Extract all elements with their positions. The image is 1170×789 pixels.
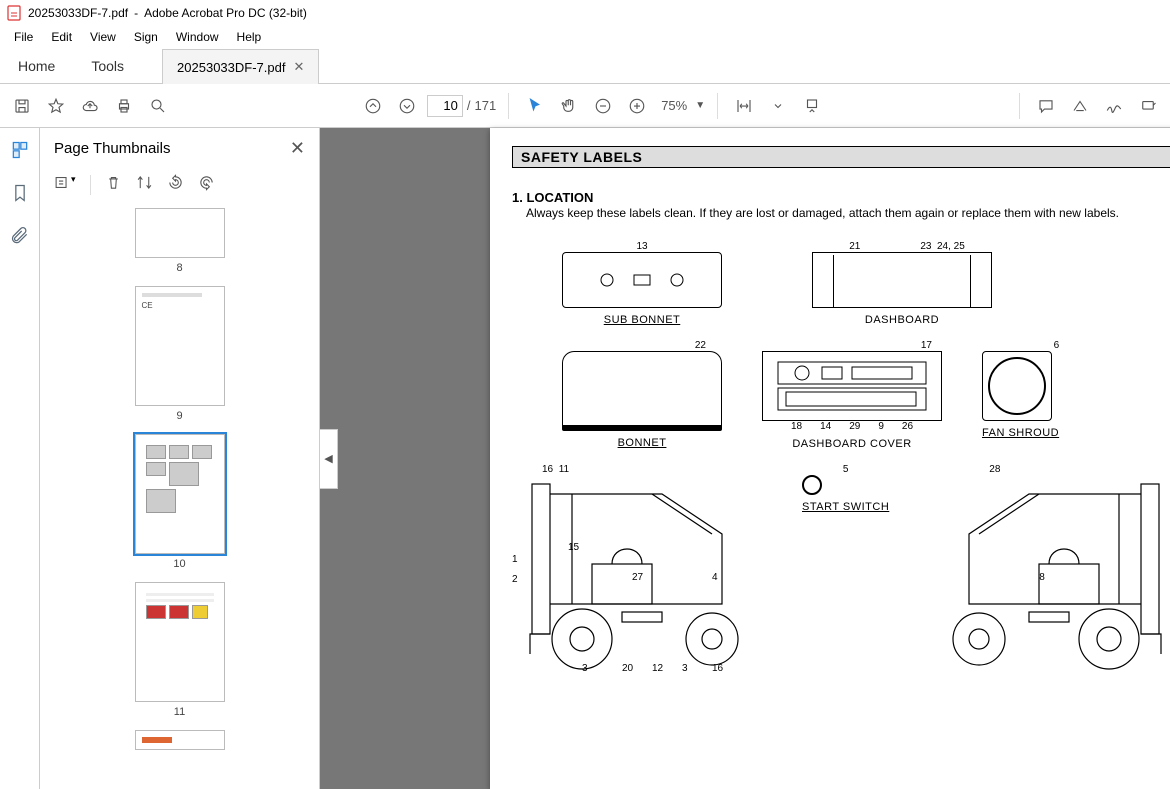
- menu-window[interactable]: Window: [168, 28, 227, 46]
- thumbnails-rail-icon[interactable]: [10, 140, 30, 165]
- thumbnails-toolbar: ▾: [40, 168, 319, 202]
- tab-tools[interactable]: Tools: [73, 48, 142, 83]
- thumbnails-list[interactable]: 8 CE9 10 11: [40, 202, 319, 789]
- arrow-cursor-icon[interactable]: [521, 92, 549, 120]
- attachment-rail-icon[interactable]: [10, 226, 30, 251]
- sign-icon[interactable]: [1100, 92, 1128, 120]
- section-header: SAFETY LABELS: [512, 146, 1170, 168]
- zoom-in-icon[interactable]: [623, 92, 651, 120]
- comment-icon[interactable]: [1032, 92, 1060, 120]
- tab-file[interactable]: 20253033DF-7.pdf ✕: [162, 49, 319, 84]
- zoom-out-icon[interactable]: [589, 92, 617, 120]
- search-icon[interactable]: [144, 92, 172, 120]
- close-thumbnails-icon[interactable]: ✕: [290, 138, 305, 159]
- page-current-input[interactable]: [427, 95, 463, 117]
- main-area: Page Thumbnails ✕ ▾ 8 CE9 10 11 ◀ SAFETY…: [0, 128, 1170, 789]
- tab-file-label: 20253033DF-7.pdf: [177, 60, 285, 75]
- left-rail: [0, 128, 40, 789]
- page-total: 171: [474, 98, 496, 113]
- close-tab-icon[interactable]: ✕: [293, 59, 304, 75]
- menu-help[interactable]: Help: [229, 28, 270, 46]
- title-filename: 20253033DF-7.pdf: [28, 6, 128, 20]
- zoom-value[interactable]: 75% ▼: [657, 98, 705, 113]
- menu-view[interactable]: View: [82, 28, 124, 46]
- page-down-icon[interactable]: [393, 92, 421, 120]
- menubar: File Edit View Sign Window Help: [0, 26, 1170, 48]
- thumbnails-title: Page Thumbnails: [54, 140, 170, 157]
- thumbnail-page-11[interactable]: 11: [135, 582, 225, 718]
- fit-page-icon[interactable]: [798, 92, 826, 120]
- fig-fan-shroud: 6 FAN SHROUD: [982, 340, 1059, 450]
- cloud-upload-icon[interactable]: [76, 92, 104, 120]
- thumbnails-panel: Page Thumbnails ✕ ▾ 8 CE9 10 11: [40, 128, 320, 789]
- page-up-icon[interactable]: [359, 92, 387, 120]
- fig-forklift-right: 28 8: [919, 464, 1170, 674]
- bookmark-rail-icon[interactable]: [10, 183, 30, 208]
- tab-home[interactable]: Home: [0, 48, 73, 83]
- thumbnail-page-9[interactable]: CE9: [135, 286, 225, 422]
- page-indicator: / 171: [427, 95, 496, 117]
- thumbnail-page-10[interactable]: 10: [135, 434, 225, 570]
- fig-sub-bonnet: 13 SUB BONNET: [562, 241, 722, 326]
- print-icon[interactable]: [110, 92, 138, 120]
- location-text: Always keep these labels clean. If they …: [512, 205, 1170, 221]
- diagram-area: 13 SUB BONNET 2123 24, 25 DASHBOARD 22: [512, 241, 1170, 674]
- thumb-rotate-cw-icon[interactable]: [198, 174, 215, 196]
- fig-dashboard: 2123 24, 25 DASHBOARD: [812, 241, 992, 326]
- thumbnail-page-8[interactable]: 8: [135, 208, 225, 274]
- thumb-reorder-icon[interactable]: [136, 174, 153, 196]
- menu-edit[interactable]: Edit: [43, 28, 80, 46]
- stamp-icon[interactable]: [1134, 92, 1162, 120]
- fig-start-switch: 5 START SWITCH: [802, 464, 889, 513]
- hand-icon[interactable]: [555, 92, 583, 120]
- thumb-rotate-ccw-icon[interactable]: [167, 174, 184, 196]
- star-icon[interactable]: [42, 92, 70, 120]
- tabbar: Home Tools 20253033DF-7.pdf ✕: [0, 48, 1170, 84]
- highlight-icon[interactable]: [1066, 92, 1094, 120]
- thumb-delete-icon[interactable]: [105, 174, 122, 196]
- thumb-options-icon[interactable]: ▾: [54, 174, 76, 196]
- fit-width-icon[interactable]: [730, 92, 758, 120]
- save-icon[interactable]: [8, 92, 36, 120]
- thumbnail-page-12[interactable]: [135, 730, 225, 750]
- document-page: SAFETY LABELS 1. LOCATION Always keep th…: [490, 128, 1170, 789]
- fig-forklift-left: 16 11 1 15 2 27 4 3 20 12 3 16: [512, 464, 772, 674]
- title-app: Adobe Acrobat Pro DC (32-bit): [144, 6, 307, 20]
- pdf-icon: [6, 5, 22, 21]
- window-titlebar: 20253033DF-7.pdf - Adobe Acrobat Pro DC …: [0, 0, 1170, 26]
- fit-width-dd-icon[interactable]: [764, 92, 792, 120]
- menu-sign[interactable]: Sign: [126, 28, 166, 46]
- toolbar: / 171 75% ▼: [0, 84, 1170, 128]
- fig-bonnet: 22 BONNET: [562, 340, 722, 450]
- chevron-down-icon[interactable]: ▼: [695, 100, 705, 111]
- location-title: 1. LOCATION: [512, 190, 1170, 205]
- collapse-handle[interactable]: ◀: [320, 429, 338, 489]
- menu-file[interactable]: File: [6, 28, 41, 46]
- fig-dashboard-cover: 17 181429926 DASHBOARD COVER: [762, 340, 942, 450]
- document-viewport[interactable]: ◀ SAFETY LABELS 1. LOCATION Always keep …: [320, 128, 1170, 789]
